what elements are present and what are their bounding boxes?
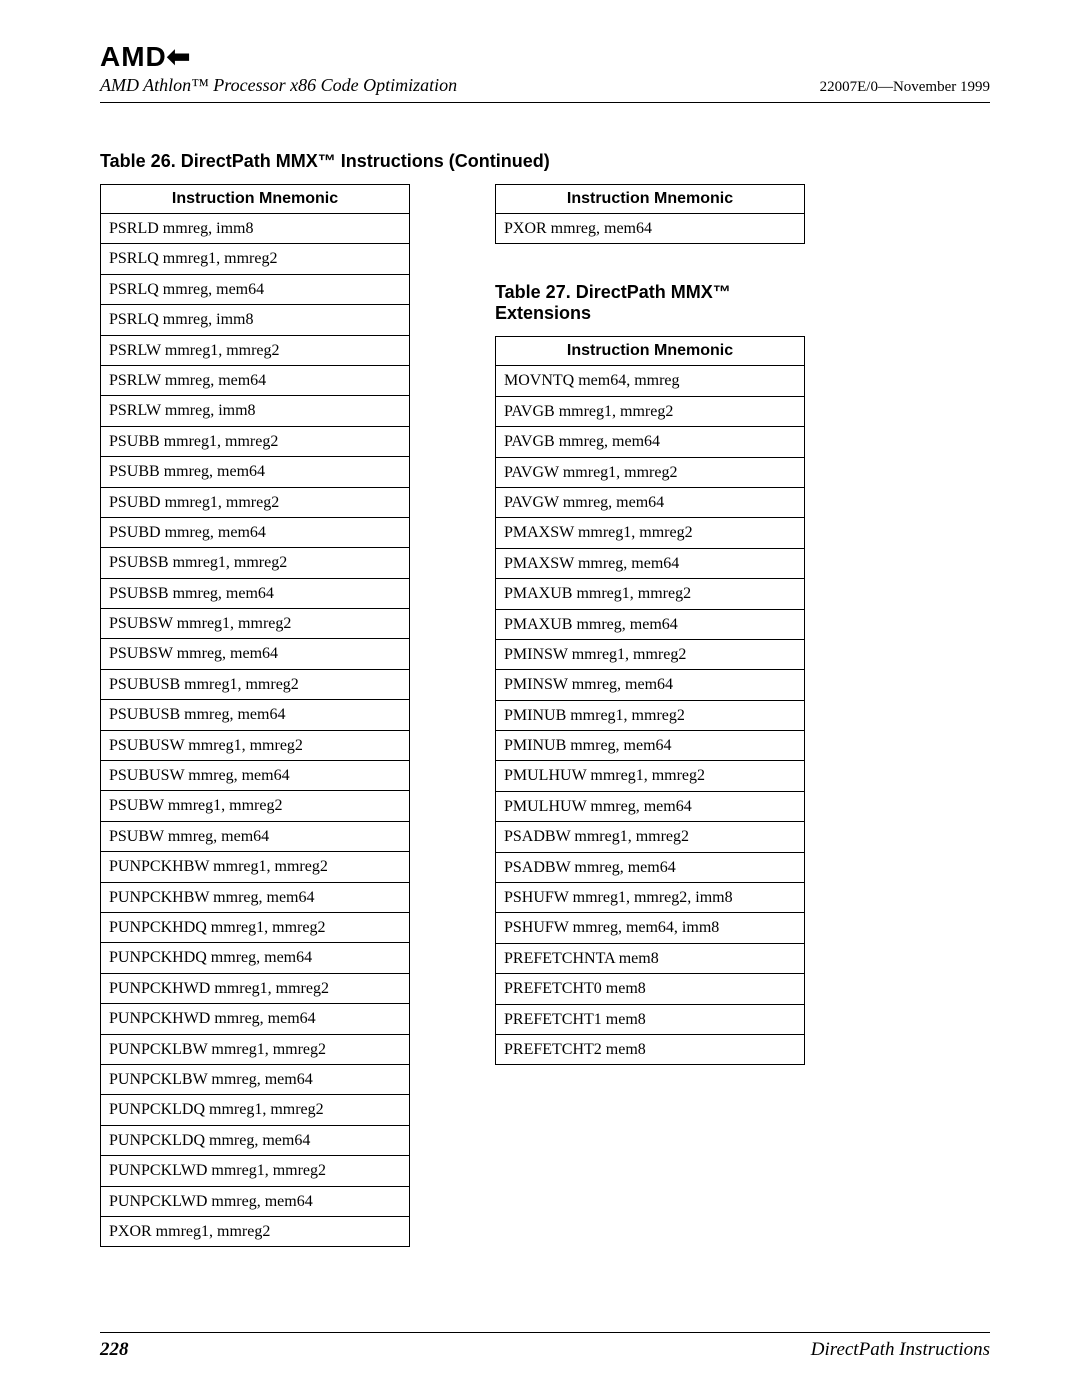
- instruction-cell: PSUBSW mmreg1, mmreg2: [101, 609, 410, 639]
- instruction-cell: PSUBUSW mmreg1, mmreg2: [101, 730, 410, 760]
- instruction-cell: PSUBW mmreg1, mmreg2: [101, 791, 410, 821]
- instruction-cell: PMINUB mmreg1, mmreg2: [496, 700, 805, 730]
- instruction-cell: PUNPCKLDQ mmreg1, mmreg2: [101, 1095, 410, 1125]
- instruction-cell: PMAXSW mmreg1, mmreg2: [496, 518, 805, 548]
- instruction-cell: PUNPCKLBW mmreg1, mmreg2: [101, 1034, 410, 1064]
- instruction-cell: PSRLW mmreg, imm8: [101, 396, 410, 426]
- instruction-cell: PSUBW mmreg, mem64: [101, 821, 410, 851]
- instruction-cell: PUNPCKHDQ mmreg, mem64: [101, 943, 410, 973]
- instruction-cell: PAVGB mmreg, mem64: [496, 427, 805, 457]
- col-header: Instruction Mnemonic: [101, 185, 410, 214]
- instruction-cell: PUNPCKHWD mmreg, mem64: [101, 1004, 410, 1034]
- doc-id: 22007E/0—November 1999: [820, 79, 990, 96]
- instruction-cell: PSHUFW mmreg, mem64, imm8: [496, 913, 805, 943]
- instruction-cell: PUNPCKHDQ mmreg1, mmreg2: [101, 912, 410, 942]
- col-header: Instruction Mnemonic: [496, 337, 805, 366]
- instruction-cell: PUNPCKLBW mmreg, mem64: [101, 1064, 410, 1094]
- table-27: Instruction Mnemonic MOVNTQ mem64, mmreg…: [495, 336, 805, 1065]
- footer-section: DirectPath Instructions: [811, 1339, 990, 1361]
- footer: 228 DirectPath Instructions: [100, 1332, 990, 1361]
- instruction-cell: PUNPCKHBW mmreg, mem64: [101, 882, 410, 912]
- instruction-cell: PSRLD mmreg, imm8: [101, 214, 410, 244]
- instruction-cell: PAVGW mmreg1, mmreg2: [496, 457, 805, 487]
- table-26-title: Table 26. DirectPath MMX™ Instructions (…: [100, 151, 990, 172]
- instruction-cell: PSADBW mmreg, mem64: [496, 852, 805, 882]
- instruction-cell: PAVGW mmreg, mem64: [496, 487, 805, 517]
- instruction-cell: PSUBSB mmreg, mem64: [101, 578, 410, 608]
- instruction-cell: PMINUB mmreg, mem64: [496, 731, 805, 761]
- instruction-cell: PSHUFW mmreg1, mmreg2, imm8: [496, 883, 805, 913]
- instruction-cell: PMULHUW mmreg, mem64: [496, 791, 805, 821]
- instruction-cell: PXOR mmreg, mem64: [496, 214, 805, 244]
- table-27-title: Table 27. DirectPath MMX™ Extensions: [495, 282, 805, 324]
- instruction-cell: PSADBW mmreg1, mmreg2: [496, 822, 805, 852]
- instruction-cell: PMAXSW mmreg, mem64: [496, 548, 805, 578]
- instruction-cell: PREFETCHNTA mem8: [496, 943, 805, 973]
- header-row: AMD Athlon™ Processor x86 Code Optimizat…: [100, 75, 990, 96]
- instruction-cell: PSUBUSB mmreg1, mmreg2: [101, 669, 410, 699]
- instruction-cell: PMAXUB mmreg1, mmreg2: [496, 579, 805, 609]
- instruction-cell: PSRLQ mmreg, mem64: [101, 274, 410, 304]
- instruction-cell: PUNPCKLWD mmreg, mem64: [101, 1186, 410, 1216]
- page-number: 228: [100, 1339, 129, 1361]
- instruction-cell: PXOR mmreg1, mmreg2: [101, 1216, 410, 1246]
- instruction-cell: PREFETCHT1 mem8: [496, 1004, 805, 1034]
- instruction-cell: PUNPCKHWD mmreg1, mmreg2: [101, 973, 410, 1003]
- instruction-cell: PREFETCHT0 mem8: [496, 974, 805, 1004]
- table-26-left: Instruction Mnemonic PSRLD mmreg, imm8PS…: [100, 184, 410, 1247]
- instruction-cell: PMINSW mmreg, mem64: [496, 670, 805, 700]
- instruction-cell: PSRLQ mmreg, imm8: [101, 305, 410, 335]
- instruction-cell: PAVGB mmreg1, mmreg2: [496, 396, 805, 426]
- left-column: Instruction Mnemonic PSRLD mmreg, imm8PS…: [100, 184, 410, 1247]
- footer-rule: [100, 1332, 990, 1333]
- instruction-cell: PSUBUSB mmreg, mem64: [101, 700, 410, 730]
- instruction-cell: PMAXUB mmreg, mem64: [496, 609, 805, 639]
- col-header: Instruction Mnemonic: [496, 185, 805, 214]
- instruction-cell: PSRLW mmreg, mem64: [101, 365, 410, 395]
- amd-logo: AMD⬅: [100, 40, 990, 73]
- table-26-right: Instruction Mnemonic PXOR mmreg, mem64: [495, 184, 805, 244]
- instruction-cell: PUNPCKLDQ mmreg, mem64: [101, 1125, 410, 1155]
- instruction-cell: PSUBD mmreg1, mmreg2: [101, 487, 410, 517]
- instruction-cell: PMULHUW mmreg1, mmreg2: [496, 761, 805, 791]
- instruction-cell: PSUBB mmreg1, mmreg2: [101, 426, 410, 456]
- instruction-cell: PMINSW mmreg1, mmreg2: [496, 639, 805, 669]
- instruction-cell: PSRLW mmreg1, mmreg2: [101, 335, 410, 365]
- instruction-cell: PSUBD mmreg, mem64: [101, 517, 410, 547]
- doc-title: AMD Athlon™ Processor x86 Code Optimizat…: [100, 75, 457, 96]
- header-rule: [100, 102, 990, 103]
- instruction-cell: MOVNTQ mem64, mmreg: [496, 366, 805, 396]
- instruction-cell: PUNPCKHBW mmreg1, mmreg2: [101, 852, 410, 882]
- instruction-cell: PUNPCKLWD mmreg1, mmreg2: [101, 1156, 410, 1186]
- instruction-cell: PSUBUSW mmreg, mem64: [101, 761, 410, 791]
- instruction-cell: PSUBSW mmreg, mem64: [101, 639, 410, 669]
- content-columns: Instruction Mnemonic PSRLD mmreg, imm8PS…: [100, 184, 990, 1247]
- instruction-cell: PSUBB mmreg, mem64: [101, 457, 410, 487]
- instruction-cell: PSRLQ mmreg1, mmreg2: [101, 244, 410, 274]
- instruction-cell: PSUBSB mmreg1, mmreg2: [101, 548, 410, 578]
- instruction-cell: PREFETCHT2 mem8: [496, 1034, 805, 1064]
- right-column: Instruction Mnemonic PXOR mmreg, mem64 T…: [495, 184, 805, 1065]
